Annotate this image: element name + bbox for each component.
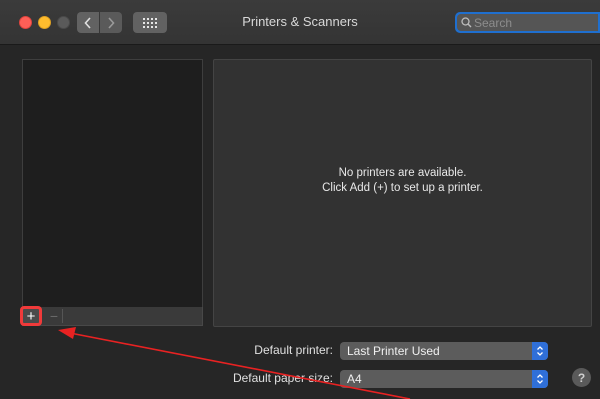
empty-state-line-1: No printers are available.	[338, 167, 467, 179]
default-paper-size-popup[interactable]: A4	[340, 370, 548, 388]
toolbar-divider	[62, 309, 63, 323]
empty-state-message: No printers are available. Click Add (+)…	[214, 166, 591, 196]
default-printer-popup[interactable]: Last Printer Used	[340, 342, 548, 360]
empty-state-line-2: Click Add (+) to set up a printer.	[322, 182, 483, 194]
help-button[interactable]: ?	[572, 368, 591, 387]
remove-printer-button[interactable]: −	[47, 307, 61, 325]
search-icon	[461, 17, 472, 28]
default-paper-size-label: Default paper size:	[232, 371, 333, 385]
popup-chevrons-icon	[532, 342, 548, 360]
window-titlebar: Printers & Scanners Search	[0, 0, 600, 45]
search-placeholder: Search	[474, 15, 513, 30]
default-paper-size-value: A4	[347, 372, 362, 386]
add-printer-button[interactable]: +	[20, 306, 42, 326]
popup-chevrons-icon	[532, 370, 548, 388]
default-printer-value: Last Printer Used	[347, 344, 440, 358]
default-printer-label: Default printer:	[254, 343, 333, 357]
printer-list[interactable]	[22, 59, 203, 309]
printer-detail-pane: No printers are available. Click Add (+)…	[213, 59, 592, 327]
search-field[interactable]: Search	[455, 12, 600, 33]
